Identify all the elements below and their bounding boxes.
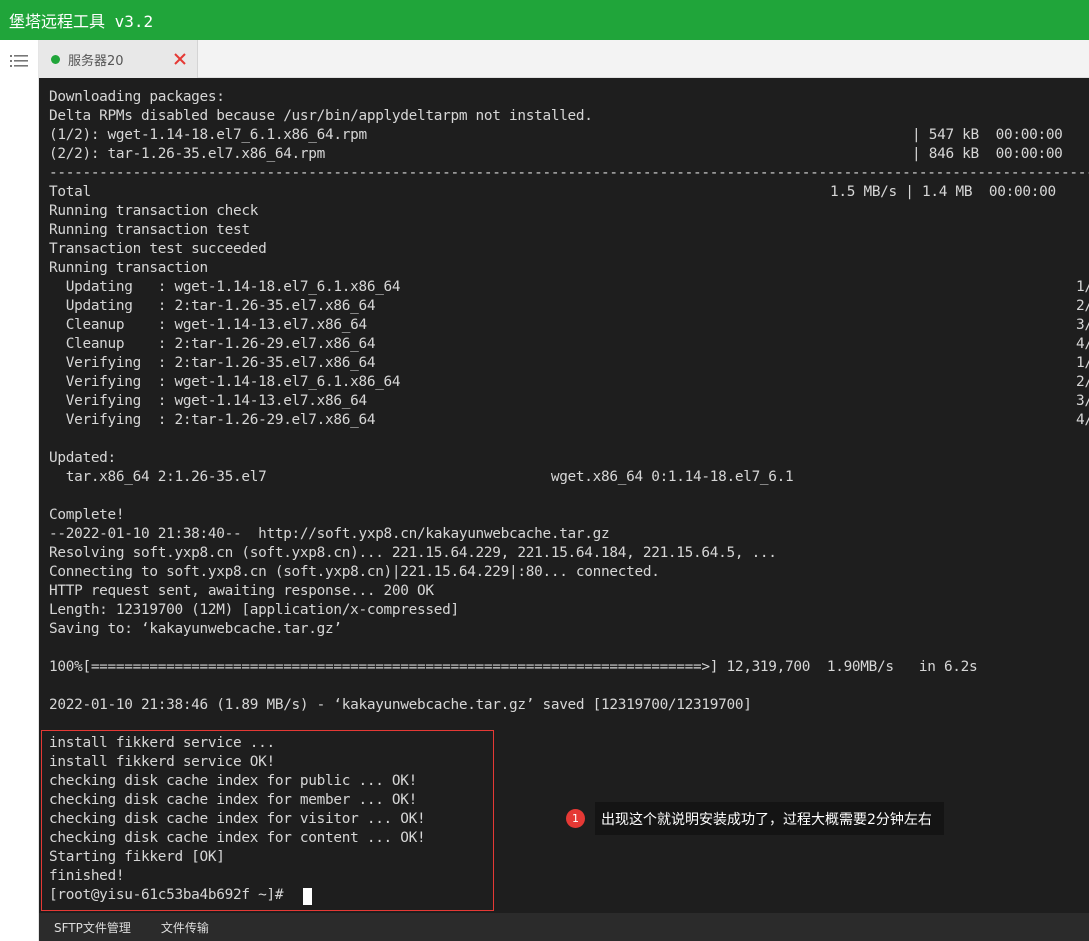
tab-bar: 服务器20 [39, 40, 1089, 78]
app-title: 堡塔远程工具 v3.2 [9, 12, 154, 31]
file-transfer-button[interactable]: 文件传输 [161, 919, 209, 936]
terminal-line: Updating : wget-1.14-18.el7_6.1.x86_64 [49, 279, 401, 295]
transaction-progress: 1/ [1076, 279, 1089, 295]
list-menu-icon[interactable] [10, 54, 28, 68]
terminal-line: Updating : 2:tar-1.26-35.el7.x86_64 [49, 298, 376, 314]
transaction-progress: 3/ [1076, 317, 1089, 333]
terminal-line: Connecting to soft.yxp8.cn (soft.yxp8.cn… [49, 564, 660, 580]
terminal-line: 2022-01-10 21:38:46 (1.89 MB/s) - ‘kakay… [49, 697, 752, 713]
terminal-line: Length: 12319700 (12M) [application/x-co… [49, 602, 459, 618]
transaction-progress: 4/ [1076, 412, 1089, 428]
tab-label: 服务器20 [68, 53, 124, 69]
close-icon[interactable] [173, 52, 187, 66]
transaction-progress: 4/ [1076, 336, 1089, 352]
title-bar: 堡塔远程工具 v3.2 [0, 0, 1089, 40]
terminal-line: Verifying : wget-1.14-18.el7_6.1.x86_64 [49, 374, 401, 390]
terminal-line: Running transaction [49, 260, 208, 276]
terminal-line: Verifying : wget-1.14-13.el7.x86_64 [49, 393, 367, 409]
bottom-toolbar: SFTP文件管理 文件传输 [39, 913, 1089, 941]
download-size-2: | 846 kB 00:00:00 [912, 146, 1063, 162]
annotation-number-badge: 1 [566, 809, 585, 828]
terminal-line: Downloading packages: [49, 89, 225, 105]
terminal-line: ----------------------------------------… [49, 165, 1089, 181]
sidebar [0, 40, 39, 941]
terminal-line: --2022-01-10 21:38:40-- http://soft.yxp8… [49, 526, 610, 542]
terminal-line: tar.x86_64 2:1.26-35.el7 wget.x86_64 0:1… [49, 469, 794, 485]
terminal-output[interactable]: Downloading packages: Delta RPMs disabled… [39, 78, 1089, 913]
tab-server20[interactable]: 服务器20 [39, 40, 198, 78]
download-total: 1.5 MB/s | 1.4 MB 00:00:00 [830, 184, 1056, 200]
terminal-line: Saving to: ‘kakayunwebcache.tar.gz’ [49, 621, 342, 637]
terminal-line: (2/2): tar-1.26-35.el7.x86_64.rpm [49, 146, 326, 162]
terminal-line: Cleanup : wget-1.14-13.el7.x86_64 [49, 317, 367, 333]
download-size-1: | 547 kB 00:00:00 [912, 127, 1063, 143]
sftp-manager-button[interactable]: SFTP文件管理 [54, 919, 131, 936]
transaction-progress: 2/ [1076, 298, 1089, 314]
terminal-line: Resolving soft.yxp8.cn (soft.yxp8.cn)...… [49, 545, 777, 561]
terminal-line: Total [49, 184, 91, 200]
terminal-line: (1/2): wget-1.14-18.el7_6.1.x86_64.rpm [49, 127, 367, 143]
terminal-line: Transaction test succeeded [49, 241, 267, 257]
terminal-cursor [303, 888, 312, 905]
terminal-line: Verifying : 2:tar-1.26-29.el7.x86_64 [49, 412, 376, 428]
terminal-line: Running transaction test [49, 222, 250, 238]
transaction-progress: 2/ [1076, 374, 1089, 390]
connection-status-icon [51, 54, 60, 64]
terminal-line: Updated: [49, 450, 116, 466]
transaction-progress: 3/ [1076, 393, 1089, 409]
terminal-line: HTTP request sent, awaiting response... … [49, 583, 434, 599]
terminal-line: Verifying : 2:tar-1.26-35.el7.x86_64 [49, 355, 376, 371]
terminal-line: Delta RPMs disabled because /usr/bin/app… [49, 108, 593, 124]
transaction-progress: 1/ [1076, 355, 1089, 371]
terminal-line: Cleanup : 2:tar-1.26-29.el7.x86_64 [49, 336, 376, 352]
terminal-line: Running transaction check [49, 203, 259, 219]
terminal-line: Complete! [49, 507, 125, 523]
annotation-callout: 出现这个就说明安装成功了，过程大概需要2分钟左右 [595, 802, 944, 835]
success-highlight-box [41, 730, 494, 911]
terminal-line: 100%[===================================… [49, 659, 978, 675]
